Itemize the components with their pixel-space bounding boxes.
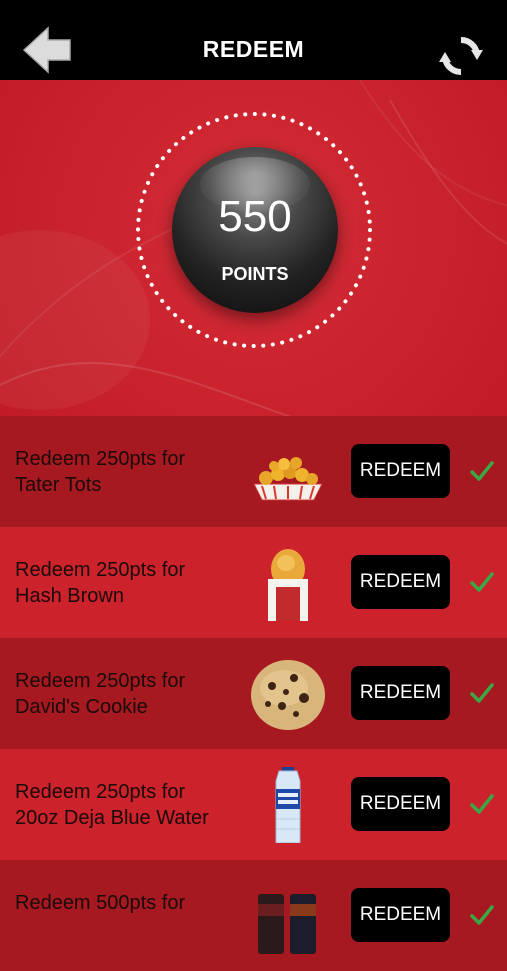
points-label: POINTS bbox=[221, 264, 289, 284]
reward-line-2: Tater Tots bbox=[15, 474, 102, 496]
reward-row-cookie: Redeem 250pts for David's Cookie REDEEM bbox=[0, 638, 507, 749]
checkmark-icon bbox=[470, 905, 494, 925]
rewards-list: Redeem 250pts for Tater Tots REDEEM Rede… bbox=[0, 416, 507, 971]
reward-row-tater-tots: Redeem 250pts for Tater Tots REDEEM bbox=[0, 416, 507, 527]
water-bottle-image bbox=[275, 767, 301, 843]
reward-description: Redeem 250pts for Hash Brown bbox=[15, 557, 240, 609]
redeem-button[interactable]: REDEEM bbox=[351, 555, 450, 609]
redeem-button[interactable]: REDEEM bbox=[351, 666, 450, 720]
reward-line-2: David's Cookie bbox=[15, 696, 148, 718]
refresh-button[interactable] bbox=[437, 32, 485, 80]
cookie-image bbox=[251, 660, 325, 730]
page-title: REDEEM bbox=[202, 36, 305, 62]
redeem-button[interactable]: REDEEM bbox=[351, 777, 450, 831]
redeem-button[interactable]: REDEEM bbox=[351, 444, 450, 498]
reward-line-1: Redeem 500pts for bbox=[15, 892, 186, 914]
points-value: 550 bbox=[218, 192, 292, 241]
reward-row-hash-brown: Redeem 250pts for Hash Brown REDEEM bbox=[0, 527, 507, 638]
reward-description: Redeem 250pts for 20oz Deja Blue Water bbox=[15, 779, 240, 831]
reward-description: Redeem 500pts for bbox=[15, 890, 240, 916]
reward-row-water: Redeem 250pts for 20oz Deja Blue Water R… bbox=[0, 749, 507, 860]
top-bar: REDEEM bbox=[0, 0, 507, 80]
checkmark-icon bbox=[470, 794, 494, 814]
reward-line-1: Redeem 250pts for bbox=[15, 448, 186, 470]
reward-description: Redeem 250pts for David's Cookie bbox=[15, 668, 240, 720]
energy-drink-cans-image bbox=[258, 894, 316, 954]
reward-row-energy-drink: Redeem 500pts for REDEEM bbox=[0, 860, 507, 971]
refresh-icon bbox=[439, 36, 483, 76]
points-hero: 550 POINTS bbox=[0, 80, 507, 416]
hash-brown-image bbox=[268, 549, 308, 621]
reward-line-2: Hash Brown bbox=[15, 585, 124, 607]
redeem-button[interactable]: REDEEM bbox=[351, 888, 450, 942]
points-badge: 550 POINTS bbox=[172, 147, 338, 313]
reward-line-1: Redeem 250pts for bbox=[15, 559, 186, 581]
tater-tots-image bbox=[253, 457, 323, 501]
reward-line-1: Redeem 250pts for bbox=[15, 670, 186, 692]
reward-line-2: 20oz Deja Blue Water bbox=[15, 807, 209, 829]
reward-description: Redeem 250pts for Tater Tots bbox=[15, 446, 240, 498]
checkmark-icon bbox=[470, 461, 494, 481]
reward-line-1: Redeem 250pts for bbox=[15, 781, 186, 803]
checkmark-icon bbox=[470, 683, 494, 703]
checkmark-icon bbox=[470, 572, 494, 592]
